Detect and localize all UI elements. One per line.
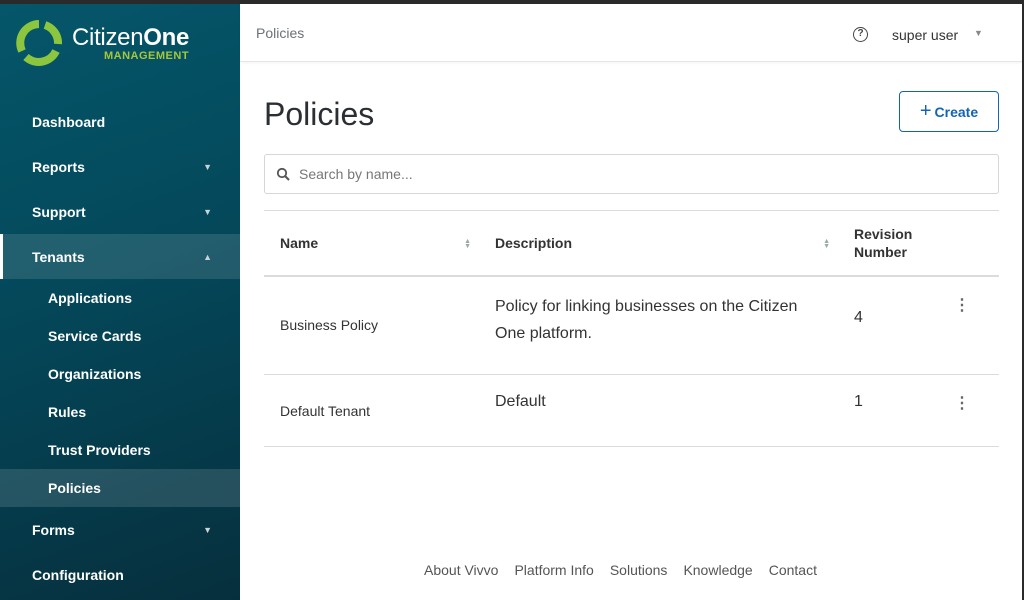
citizenone-logo-icon (16, 20, 62, 66)
cell-description: Default (479, 374, 838, 447)
sidebar-item-label: Tenants (32, 248, 85, 265)
sidebar-item-label: Forms (32, 521, 75, 538)
sidebar-subitem-organizations[interactable]: Organizations (0, 355, 240, 393)
brand-name: Citizen (72, 24, 144, 51)
table-row[interactable]: Business Policy Policy for linking busin… (264, 275, 999, 375)
sidebar-item-dashboard[interactable]: Dashboard (0, 99, 240, 144)
logo[interactable]: CitizenOne MANAGEMENT (16, 20, 189, 66)
more-options-icon[interactable]: ⋮ (954, 395, 970, 412)
brand-name-bold: One (143, 24, 190, 51)
sidebar-item-configuration[interactable]: Configuration (0, 552, 240, 597)
column-header-revision: Revision Number (838, 210, 938, 277)
chevron-down-icon: ▼ (203, 206, 212, 217)
page-title: Policies (264, 96, 375, 132)
header-label: Revision Number (854, 225, 913, 260)
sidebar-item-label: Reports (32, 158, 85, 175)
sidebar-item-reports[interactable]: Reports ▼ (0, 144, 240, 189)
sidebar-subitem-policies[interactable]: Policies (0, 469, 240, 507)
policies-table: Name ▲ ▼ Description ▲ ▼ Revision Number Bus… (264, 210, 999, 447)
sidebar: CitizenOne MANAGEMENT Dashboard Reports ▼… (0, 4, 240, 600)
more-options-icon[interactable]: ⋮ (954, 297, 970, 314)
user-menu[interactable]: super user (892, 27, 958, 43)
cell-name: Business Policy (264, 275, 479, 375)
sort-icon: ▲ ▼ (464, 238, 471, 250)
header-label: Name (280, 234, 319, 251)
chevron-up-icon: ▲ (203, 251, 212, 262)
footer-link-platform-info[interactable]: Platform Info (514, 562, 593, 578)
table-row[interactable]: Default Tenant Default 1 ⋮ (264, 374, 999, 447)
sidebar-subitem-trust-providers[interactable]: Trust Providers (0, 431, 240, 469)
search-input[interactable] (299, 166, 949, 182)
search-icon (276, 167, 290, 181)
sidebar-subitem-rules[interactable]: Rules (0, 393, 240, 431)
sidebar-item-support[interactable]: Support ▼ (0, 189, 240, 234)
sidebar-subitem-applications[interactable]: Applications (0, 279, 240, 317)
footer: About Vivvo Platform Info Solutions Know… (424, 562, 817, 578)
search-box[interactable] (264, 154, 999, 194)
sidebar-subitem-service-cards[interactable]: Service Cards (0, 317, 240, 355)
sidebar-item-label: Configuration (32, 566, 124, 583)
column-header-name[interactable]: Name ▲ ▼ (264, 210, 479, 277)
chevron-down-icon: ▼ (203, 524, 212, 535)
sort-icon: ▲ ▼ (823, 238, 830, 250)
breadcrumb[interactable]: Policies (256, 25, 304, 41)
footer-link-knowledge[interactable]: Knowledge (683, 562, 752, 578)
create-button[interactable]: + Create (899, 91, 999, 132)
footer-link-solutions[interactable]: Solutions (610, 562, 668, 578)
footer-link-about[interactable]: About Vivvo (424, 562, 498, 578)
chevron-down-icon[interactable]: ▼ (974, 28, 983, 38)
cell-revision: 1 (838, 374, 938, 447)
sidebar-item-label: Support (32, 203, 86, 220)
cell-description: Policy for linking businesses on the Cit… (479, 275, 838, 375)
cell-name: Default Tenant (264, 374, 479, 447)
header-label: Description (495, 234, 573, 251)
top-bar: Policies ? super user ▼ (240, 4, 1022, 62)
cell-revision: 4 (838, 275, 938, 375)
sidebar-item-tenants[interactable]: Tenants ▲ (0, 234, 240, 279)
sidebar-item-forms[interactable]: Forms ▼ (0, 507, 240, 552)
footer-link-contact[interactable]: Contact (769, 562, 817, 578)
column-header-actions (938, 210, 999, 277)
plus-icon: + (919, 100, 932, 122)
create-label: Create (934, 103, 979, 120)
sidebar-item-label: Dashboard (32, 113, 106, 130)
help-icon[interactable]: ? (853, 27, 868, 42)
column-header-description[interactable]: Description ▲ ▼ (479, 210, 838, 277)
chevron-down-icon: ▼ (203, 161, 212, 172)
